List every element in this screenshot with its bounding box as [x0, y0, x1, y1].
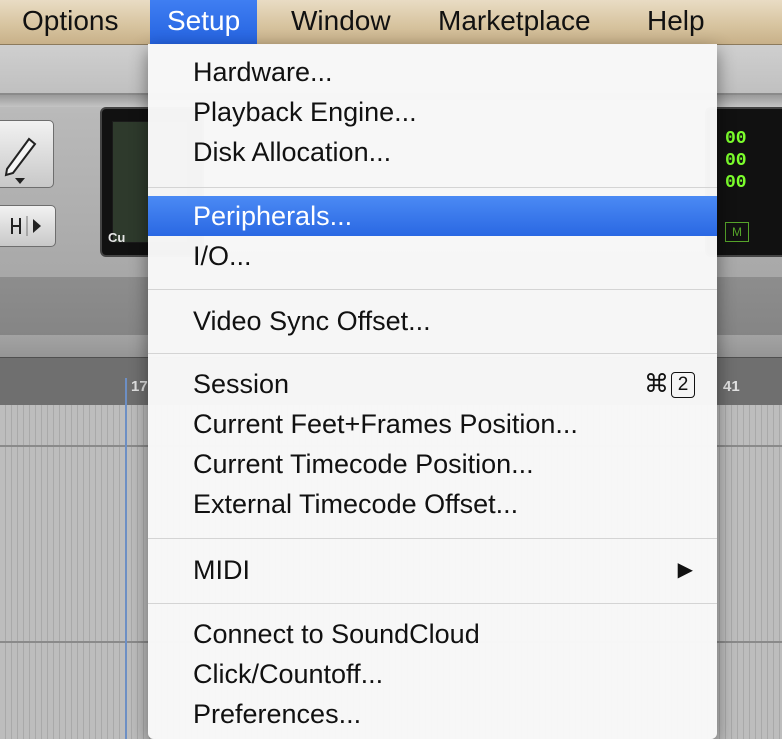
submenu-arrow-icon: ▶	[677, 559, 693, 581]
menu-item-label: Playback Engine...	[193, 97, 417, 127]
menu-item-io[interactable]: I/O...	[148, 236, 717, 276]
menu-separator	[148, 289, 717, 290]
ruler-tick-label: 41	[723, 378, 740, 395]
pencil-icon	[4, 137, 37, 184]
menubar-item-setup[interactable]: Setup	[150, 0, 258, 44]
menu-item-current-feet-frames-position[interactable]: Current Feet+Frames Position...	[148, 404, 717, 444]
pencil-tool-button[interactable]	[0, 120, 54, 188]
menu-item-playback-engine[interactable]: Playback Engine...	[148, 92, 717, 132]
menu-item-label: External Timecode Offset...	[193, 489, 519, 519]
menu-bar: Options Setup Window Marketplace Help	[0, 0, 782, 45]
menu-item-label: Video Sync Offset...	[193, 306, 431, 336]
menu-item-label: Preferences...	[193, 699, 362, 729]
menu-item-video-sync-offset[interactable]: Video Sync Offset...	[148, 301, 717, 341]
grid-mode-button[interactable]	[0, 205, 56, 247]
menu-item-preferences[interactable]: Preferences...	[148, 694, 717, 734]
menu-item-label: Session	[193, 369, 290, 399]
menu-item-label: Current Feet+Frames Position...	[193, 409, 578, 439]
chevron-down-icon	[15, 178, 25, 184]
playhead-line	[125, 378, 127, 739]
menu-separator	[148, 187, 717, 188]
menu-item-click-countoff[interactable]: Click/Countoff...	[148, 654, 717, 694]
midi-meter-box: M	[725, 222, 749, 242]
counter-digit: 00	[725, 151, 747, 171]
menu-item-hardware[interactable]: Hardware...	[148, 52, 717, 92]
command-key-icon: ⌘	[644, 370, 669, 398]
setup-menu: Hardware... Playback Engine... Disk Allo…	[148, 44, 717, 739]
menu-item-disk-allocation[interactable]: Disk Allocation...	[148, 132, 717, 172]
menu-item-label: Hardware...	[193, 57, 333, 87]
menu-item-connect-to-soundcloud[interactable]: Connect to SoundCloud	[148, 614, 717, 654]
menu-separator	[148, 353, 717, 354]
menu-item-label: Connect to SoundCloud	[193, 619, 480, 649]
keyboard-shortcut: ⌘ 2	[644, 364, 695, 404]
menu-item-label: Click/Countoff...	[193, 659, 384, 689]
menu-item-midi[interactable]: MIDI ▶	[148, 550, 717, 590]
shortcut-key: 2	[671, 372, 695, 399]
ruler-tick-label: 17	[131, 378, 148, 395]
menu-separator	[148, 538, 717, 539]
menu-item-label: Disk Allocation...	[193, 137, 392, 167]
menu-item-label: Peripherals...	[193, 201, 353, 231]
menubar-item-window[interactable]: Window	[285, 0, 397, 44]
menubar-item-options[interactable]: Options	[16, 0, 125, 44]
counter-digit: 00	[725, 173, 747, 193]
menu-item-label: MIDI	[193, 555, 250, 585]
menu-item-label: Current Timecode Position...	[193, 449, 534, 479]
menu-item-label: I/O...	[193, 241, 252, 271]
menu-separator	[148, 603, 717, 604]
counter-label: Cu	[108, 230, 126, 245]
menubar-item-marketplace[interactable]: Marketplace	[432, 0, 597, 44]
menu-item-external-timecode-offset[interactable]: External Timecode Offset...	[148, 484, 717, 524]
menu-item-peripherals[interactable]: Peripherals...	[148, 196, 717, 236]
grid-arrows-icon	[11, 216, 41, 236]
counter-digit: 00	[725, 129, 747, 149]
menu-item-current-timecode-position[interactable]: Current Timecode Position...	[148, 444, 717, 484]
menu-item-session[interactable]: Session ⌘ 2	[148, 364, 717, 404]
menubar-item-help[interactable]: Help	[641, 0, 711, 44]
